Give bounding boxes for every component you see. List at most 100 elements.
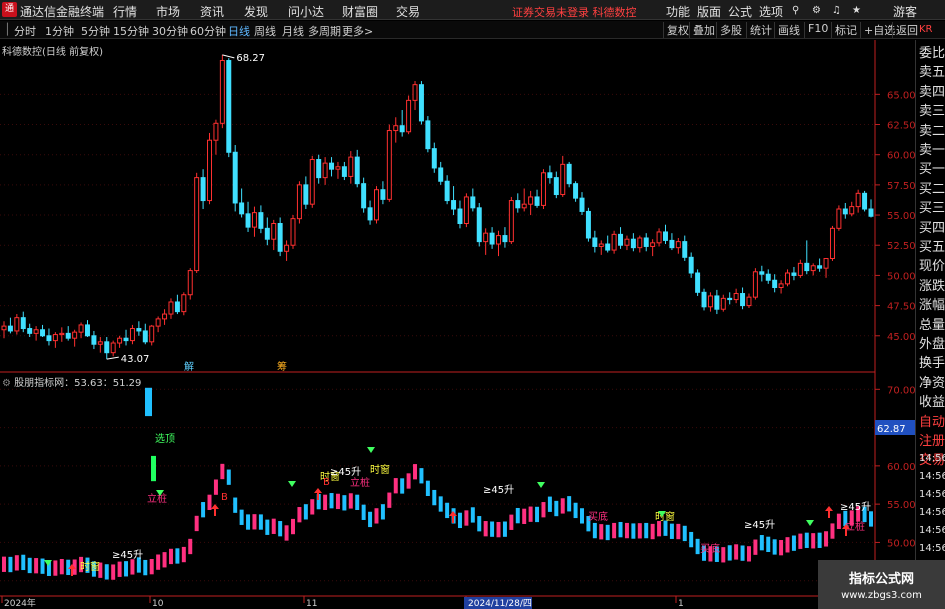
indicator-bar <box>323 494 328 511</box>
side-label-4: 卖三 <box>919 104 945 120</box>
indicator-signal-label: ≥45升 <box>112 549 143 561</box>
indicator-bar <box>143 559 148 576</box>
side-label-7: 买一 <box>919 162 945 178</box>
indicator-signal-label: 时窗 <box>80 560 100 573</box>
indicator-bar <box>657 521 662 537</box>
candle-body <box>309 159 315 205</box>
indicator-bar <box>265 519 270 535</box>
indicator-bar <box>682 525 687 542</box>
candle-body <box>457 208 463 225</box>
indicator-bar <box>432 489 437 506</box>
candle-body <box>136 328 142 332</box>
indicator-bar <box>766 536 771 553</box>
indicator-bar <box>188 538 193 555</box>
main-tick-label: 47.50 <box>887 302 916 313</box>
candle-body <box>245 213 251 228</box>
candle-body <box>251 212 257 228</box>
candle-body <box>746 296 752 307</box>
candle-body <box>129 328 135 342</box>
indicator-bar <box>445 502 450 519</box>
side-label-2: 卖五 <box>919 65 945 81</box>
candle-body <box>33 329 39 334</box>
candle-body <box>258 212 264 229</box>
indicator-signal-label: 时窗 <box>370 463 390 476</box>
indicator-bar <box>2 556 6 572</box>
indicator-bar <box>580 508 584 524</box>
candle-body <box>733 293 739 301</box>
candle-body <box>213 122 219 141</box>
candle-body <box>701 291 707 308</box>
side-label-1: 委比 <box>919 46 945 61</box>
candle-body <box>662 231 668 241</box>
candle-body <box>207 139 213 202</box>
indicator-bar <box>727 545 732 561</box>
indicator-bar <box>175 548 180 564</box>
indicator-bar <box>59 559 64 575</box>
kline-chart[interactable]: 45.00 47.50 50.00 52.50 55.00 57.50 60.00 62.50… <box>0 0 945 609</box>
buy-arrow-head <box>211 504 219 509</box>
main-tick-label: 62.50 <box>887 121 916 132</box>
indicator-signal-label: 立桩 <box>147 492 167 505</box>
side-label-15: 总量 <box>919 317 945 333</box>
side-label-3: 卖四 <box>919 84 945 100</box>
side-label-13: 涨跌 <box>919 278 945 294</box>
candle-body <box>104 341 110 354</box>
sub-chart-info: ⚙ 股朋指标网：53.63：51.29 <box>2 374 141 389</box>
indicator-bar <box>380 504 385 520</box>
candle-body <box>84 324 90 337</box>
buy-arrow-head <box>825 506 833 511</box>
candle-body <box>194 177 200 272</box>
candle-body <box>399 125 405 133</box>
indicator-bar <box>502 521 507 537</box>
indicator-bar <box>464 510 469 526</box>
indicator-bar <box>425 480 430 497</box>
candle-body <box>566 163 572 185</box>
indicator-settings-icon[interactable]: ⚙ <box>2 378 11 389</box>
indicator-bar <box>477 516 482 532</box>
side-label-20[interactable]: 自动 <box>919 411 945 430</box>
indicator-bar <box>483 521 488 537</box>
price-annotation-label: 43.07 <box>121 354 150 365</box>
indicator-bar <box>740 545 745 561</box>
side-label-21[interactable]: 注册 <box>919 430 945 449</box>
indicator-bar <box>592 522 597 539</box>
indicator-bar <box>836 513 841 529</box>
candle-body <box>284 244 290 252</box>
indicator-spike <box>145 387 152 417</box>
indicator-bar <box>695 538 700 555</box>
candle-body <box>277 223 283 252</box>
side-label-18: 净资 <box>919 375 945 391</box>
sell-arrow <box>367 447 375 453</box>
indicator-bar <box>303 504 308 520</box>
indicator-bar <box>496 521 501 538</box>
candle-body <box>59 332 65 336</box>
indicator-bar <box>650 523 655 540</box>
candle-body <box>91 335 97 345</box>
indicator-bar <box>560 498 565 514</box>
indicator-bar <box>554 500 559 517</box>
candle-body <box>502 235 508 243</box>
candle-body <box>451 200 457 210</box>
indicator-signal-label: B <box>221 492 228 503</box>
candle-body <box>149 325 155 343</box>
candle-body <box>322 162 328 179</box>
indicator-bar <box>355 494 360 511</box>
indicator-signal-label: B <box>323 477 330 488</box>
indicator-bar <box>644 522 649 539</box>
indicator-bar <box>567 496 572 512</box>
indicator-bar <box>522 508 527 525</box>
indicator-bar <box>284 525 289 541</box>
indicator-bar <box>361 504 366 520</box>
candle-body <box>123 337 129 342</box>
candle-body <box>797 262 803 276</box>
indicator-bar <box>785 537 790 553</box>
indicator-bar <box>413 464 418 480</box>
indicator-bar <box>869 511 873 527</box>
candle-body <box>862 192 868 210</box>
candle-body <box>367 207 373 221</box>
indicator-bar <box>490 521 495 537</box>
indicator-bar <box>233 497 238 513</box>
candle-body <box>232 151 238 204</box>
side-label-19: 收益 <box>919 395 945 411</box>
candle-body <box>547 172 553 179</box>
